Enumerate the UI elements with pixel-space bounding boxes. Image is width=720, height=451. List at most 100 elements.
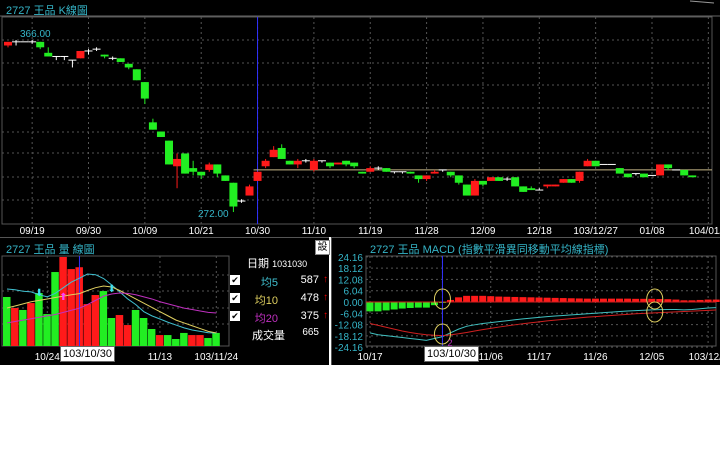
y-tick-label: -6.04 — [340, 309, 363, 320]
candle-body — [189, 168, 198, 172]
volume-bar — [99, 291, 108, 346]
candle-body — [591, 160, 600, 167]
oscillator-bar — [382, 302, 390, 311]
candle-body — [495, 177, 504, 181]
volume-bar — [188, 335, 196, 346]
oscillator-bar — [503, 296, 511, 302]
ma10-marker-icon: ⬇ — [107, 284, 115, 295]
y-tick-label: 0.00 — [344, 298, 364, 309]
candle-body — [197, 171, 206, 176]
volume-bar — [19, 309, 27, 346]
legend-label: 均20 — [254, 313, 278, 325]
oscillator-bar — [487, 296, 495, 302]
legend-value: 587 — [300, 274, 319, 286]
oscillator-bar — [374, 302, 382, 312]
volume-bar — [123, 325, 132, 346]
volume-panel[interactable]: 2727 王品 量 線圖 設 ⬇ ⬆ ⬇ 10/24 11/13 103/11/24 日期… — [0, 237, 330, 365]
legend-checkbox[interactable]: ✔ — [230, 275, 240, 285]
x-tick-label: 103/11/24 — [194, 352, 238, 363]
candle-body — [487, 177, 495, 181]
x-tick-label: 11/19 — [358, 226, 383, 237]
k-line-panel[interactable]: 2727 王品 K線圖 09/19 09/30 10/09 10/21 10/30 11/… — [0, 0, 720, 237]
legend-checkbox[interactable]: ✔ — [230, 311, 240, 321]
candle-body — [406, 171, 415, 174]
x-tick-label: 10/17 — [357, 352, 382, 363]
candle-body — [422, 175, 431, 180]
candle-body — [680, 169, 689, 176]
candle-body — [334, 162, 343, 165]
volume-bar — [43, 314, 51, 346]
oscillator-bar — [414, 302, 422, 308]
oscillator-bar — [406, 302, 414, 308]
legend-row: ✔ 均10 478 ↑ — [230, 292, 330, 308]
oscillator-bar — [575, 298, 583, 302]
candle-body — [293, 160, 302, 165]
candle-body — [116, 58, 125, 62]
volume-bar — [131, 309, 140, 346]
macd-chart[interactable]: 24.1618.1212.086.040.00-6.04-12.08-18.12… — [332, 238, 720, 365]
candle-body — [462, 184, 471, 196]
scroll-handle — [689, 0, 715, 4]
volume-bar — [83, 304, 91, 346]
candle-body — [100, 54, 109, 57]
candle-body — [414, 175, 423, 180]
oscillator-bar — [519, 297, 527, 302]
candle-body — [366, 168, 375, 172]
legend-value: 478 — [300, 292, 319, 304]
candle-body — [205, 164, 214, 170]
candlestick-chart[interactable]: 09/19 09/30 10/09 10/21 10/30 11/10 11/19 11/28… — [0, 0, 720, 237]
oscillator-bar — [624, 298, 632, 302]
x-tick-label: 10/24 — [35, 352, 60, 363]
macd-series-line — [369, 309, 717, 337]
high-price-label: 366.00 — [20, 29, 51, 40]
volume-bar — [164, 335, 172, 346]
candle-body — [245, 186, 254, 196]
volume-value: 665 — [302, 327, 319, 338]
date-value: 1031030 — [272, 259, 308, 269]
legend-row: ✔ 均5 587 ↑ — [230, 274, 330, 290]
trend-up-arrow-icon: ↑ — [323, 292, 328, 303]
candle-body — [575, 171, 584, 181]
volume-bar — [180, 332, 188, 346]
macd-panel[interactable]: 2727 王品 MACD (指數平滑異同移動平均線指標) 24.16 18.12 1… — [331, 237, 720, 365]
volume-bar — [11, 307, 19, 346]
oscillator-bar — [422, 302, 430, 308]
oscillator-bar — [591, 298, 599, 302]
volume-bar — [51, 272, 59, 346]
y-tick-label: 24.16 — [338, 253, 363, 264]
oscillator-bar — [471, 295, 479, 302]
candle-body — [4, 41, 12, 46]
candle-body — [446, 171, 455, 176]
candle-body — [132, 69, 141, 81]
legend-label: 均10 — [254, 295, 278, 307]
legend-checkbox[interactable]: ✔ — [230, 293, 240, 303]
x-tick-label: 12/09 — [470, 226, 495, 237]
x-tick-label: 11/28 — [414, 226, 439, 237]
candle-body — [567, 179, 576, 183]
oscillator-bar — [543, 297, 551, 302]
oscillator-bar — [551, 297, 559, 302]
x-tick-label: 12/18 — [527, 226, 552, 237]
volume-bar — [204, 338, 212, 346]
volume-label: 成交量 — [252, 330, 285, 342]
x-tick-label: 10/30 — [245, 226, 270, 237]
plot-frame — [1, 16, 713, 225]
oscillator-bar — [398, 302, 406, 309]
y-tick-label: -18.12 — [335, 332, 364, 343]
volume-bar — [115, 315, 124, 346]
oscillator-bar — [390, 302, 398, 310]
oscillator-bar — [495, 296, 503, 302]
volume-bar — [212, 332, 220, 346]
candle-body — [551, 184, 560, 187]
oscillator-bar — [608, 298, 615, 302]
date-label: 日期 — [247, 258, 269, 270]
volume-bar — [196, 335, 204, 346]
oscillator-bar — [567, 298, 575, 302]
oscillator-bar — [583, 298, 591, 302]
x-tick-label: 104/01/1 — [689, 226, 720, 237]
y-tick-label: 12.08 — [338, 275, 363, 286]
x-tick-label: 09/30 — [76, 226, 101, 237]
x-tick-label: 10/21 — [189, 226, 214, 237]
oscillator-bar — [479, 295, 487, 302]
x-tick-label: 11/06 — [479, 352, 504, 363]
